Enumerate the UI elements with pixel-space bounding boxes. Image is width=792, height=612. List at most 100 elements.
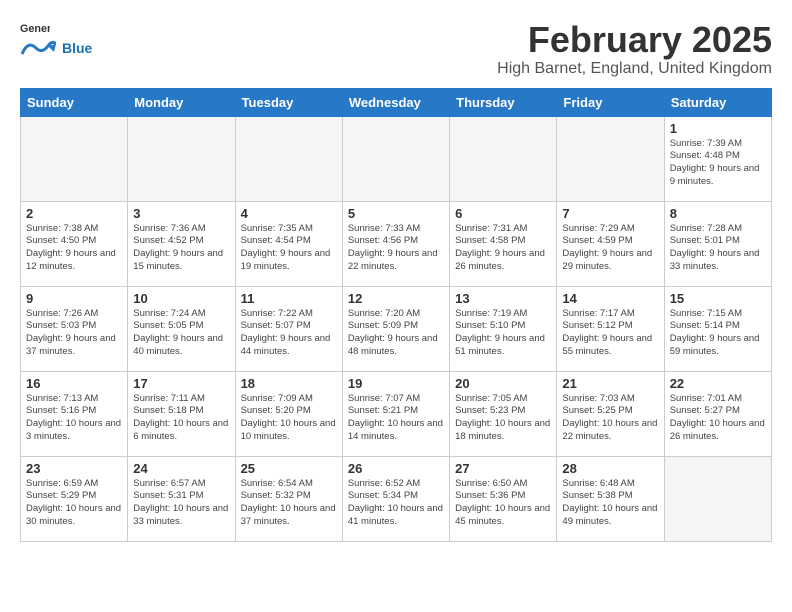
day-info: Sunrise: 7:28 AM Sunset: 5:01 PM Dayligh…	[670, 223, 766, 274]
day-info: Sunrise: 7:19 AM Sunset: 5:10 PM Dayligh…	[455, 308, 551, 359]
day-info: Sunrise: 7:26 AM Sunset: 5:03 PM Dayligh…	[26, 308, 122, 359]
day-info: Sunrise: 7:01 AM Sunset: 5:27 PM Dayligh…	[670, 393, 766, 444]
calendar-cell: 11Sunrise: 7:22 AM Sunset: 5:07 PM Dayli…	[235, 286, 342, 371]
calendar-cell	[557, 116, 664, 201]
day-number: 21	[562, 376, 658, 391]
day-info: Sunrise: 7:24 AM Sunset: 5:05 PM Dayligh…	[133, 308, 229, 359]
day-number: 23	[26, 461, 122, 476]
calendar-cell	[128, 116, 235, 201]
day-number: 4	[241, 206, 337, 221]
day-number: 10	[133, 291, 229, 306]
calendar-header-friday: Friday	[557, 88, 664, 116]
calendar-cell: 6 Sunrise: 7:31 AM Sunset: 4:58 PM Daylig…	[450, 201, 557, 286]
calendar-cell: 15Sunrise: 7:15 AM Sunset: 5:14 PM Dayli…	[664, 286, 771, 371]
calendar-cell: 21Sunrise: 7:03 AM Sunset: 5:25 PM Dayli…	[557, 371, 664, 456]
day-number: 2	[26, 206, 122, 221]
day-number: 8	[670, 206, 766, 221]
day-info: Sunrise: 7:36 AM Sunset: 4:52 PM Dayligh…	[133, 223, 229, 274]
calendar-cell: 24 Sunrise: 6:57 AM Sunset: 5:31 PM Dayli…	[128, 456, 235, 541]
calendar-cell: 28 Sunrise: 6:48 AM Sunset: 5:38 PM Dayli…	[557, 456, 664, 541]
day-number: 12	[348, 291, 444, 306]
day-info: Sunrise: 7:22 AM Sunset: 5:07 PM Dayligh…	[241, 308, 337, 359]
day-info: Sunrise: 6:54 AM Sunset: 5:32 PM Dayligh…	[241, 478, 337, 529]
calendar-cell: 19 Sunrise: 7:07 AM Sunset: 5:21 PM Dayli…	[342, 371, 449, 456]
calendar-cell: 25 Sunrise: 6:54 AM Sunset: 5:32 PM Dayli…	[235, 456, 342, 541]
header: General Blue February 2025 High Barnet, …	[20, 20, 772, 78]
calendar-table: SundayMondayTuesdayWednesdayThursdayFrid…	[20, 88, 772, 542]
day-info: Sunrise: 7:07 AM Sunset: 5:21 PM Dayligh…	[348, 393, 444, 444]
day-number: 20	[455, 376, 551, 391]
calendar-cell: 2Sunrise: 7:38 AM Sunset: 4:50 PM Daylig…	[21, 201, 128, 286]
day-info: Sunrise: 6:52 AM Sunset: 5:34 PM Dayligh…	[348, 478, 444, 529]
calendar-cell: 18 Sunrise: 7:09 AM Sunset: 5:20 PM Dayli…	[235, 371, 342, 456]
logo-blue-text: Blue	[60, 40, 92, 56]
location-text: High Barnet, England, United Kingdom	[497, 60, 772, 78]
day-info: Sunrise: 7:17 AM Sunset: 5:12 PM Dayligh…	[562, 308, 658, 359]
calendar-cell	[342, 116, 449, 201]
day-number: 5	[348, 206, 444, 221]
calendar-cell: 12 Sunrise: 7:20 AM Sunset: 5:09 PM Dayli…	[342, 286, 449, 371]
calendar-week-row: 1 Sunrise: 7:39 AM Sunset: 4:48 PM Daylig…	[21, 116, 772, 201]
calendar-week-row: 23Sunrise: 6:59 AM Sunset: 5:29 PM Dayli…	[21, 456, 772, 541]
day-number: 26	[348, 461, 444, 476]
day-info: Sunrise: 7:31 AM Sunset: 4:58 PM Dayligh…	[455, 223, 551, 274]
day-info: Sunrise: 6:57 AM Sunset: 5:31 PM Dayligh…	[133, 478, 229, 529]
day-number: 17	[133, 376, 229, 391]
day-number: 13	[455, 291, 551, 306]
calendar-cell: 9Sunrise: 7:26 AM Sunset: 5:03 PM Daylig…	[21, 286, 128, 371]
calendar-header-sunday: Sunday	[21, 88, 128, 116]
calendar-header-monday: Monday	[128, 88, 235, 116]
calendar-cell: 23Sunrise: 6:59 AM Sunset: 5:29 PM Dayli…	[21, 456, 128, 541]
day-number: 19	[348, 376, 444, 391]
day-info: Sunrise: 7:39 AM Sunset: 4:48 PM Dayligh…	[670, 138, 766, 189]
calendar-cell: 13 Sunrise: 7:19 AM Sunset: 5:10 PM Dayli…	[450, 286, 557, 371]
calendar-header-tuesday: Tuesday	[235, 88, 342, 116]
day-info: Sunrise: 7:20 AM Sunset: 5:09 PM Dayligh…	[348, 308, 444, 359]
logo: General Blue	[20, 20, 92, 60]
day-number: 27	[455, 461, 551, 476]
day-info: Sunrise: 6:50 AM Sunset: 5:36 PM Dayligh…	[455, 478, 551, 529]
calendar-header-wednesday: Wednesday	[342, 88, 449, 116]
page: General Blue February 2025 High Barnet, …	[0, 0, 792, 552]
day-number: 3	[133, 206, 229, 221]
calendar-cell: 17 Sunrise: 7:11 AM Sunset: 5:18 PM Dayli…	[128, 371, 235, 456]
calendar-cell: 1 Sunrise: 7:39 AM Sunset: 4:48 PM Daylig…	[664, 116, 771, 201]
day-number: 28	[562, 461, 658, 476]
calendar-cell: 27 Sunrise: 6:50 AM Sunset: 5:36 PM Dayli…	[450, 456, 557, 541]
calendar-cell	[21, 116, 128, 201]
calendar-cell: 14 Sunrise: 7:17 AM Sunset: 5:12 PM Dayli…	[557, 286, 664, 371]
day-info: Sunrise: 7:15 AM Sunset: 5:14 PM Dayligh…	[670, 308, 766, 359]
calendar-cell	[235, 116, 342, 201]
calendar-cell: 8 Sunrise: 7:28 AM Sunset: 5:01 PM Daylig…	[664, 201, 771, 286]
calendar-cell: 16Sunrise: 7:13 AM Sunset: 5:16 PM Dayli…	[21, 371, 128, 456]
calendar-cell: 10 Sunrise: 7:24 AM Sunset: 5:05 PM Dayli…	[128, 286, 235, 371]
day-info: Sunrise: 7:11 AM Sunset: 5:18 PM Dayligh…	[133, 393, 229, 444]
day-number: 14	[562, 291, 658, 306]
day-number: 22	[670, 376, 766, 391]
day-number: 24	[133, 461, 229, 476]
calendar-cell	[664, 456, 771, 541]
calendar-cell	[450, 116, 557, 201]
day-info: Sunrise: 7:33 AM Sunset: 4:56 PM Dayligh…	[348, 223, 444, 274]
day-number: 25	[241, 461, 337, 476]
day-number: 1	[670, 121, 766, 136]
calendar-cell: 20Sunrise: 7:05 AM Sunset: 5:23 PM Dayli…	[450, 371, 557, 456]
calendar-week-row: 2Sunrise: 7:38 AM Sunset: 4:50 PM Daylig…	[21, 201, 772, 286]
calendar-cell: 5 Sunrise: 7:33 AM Sunset: 4:56 PM Daylig…	[342, 201, 449, 286]
calendar-cell: 3 Sunrise: 7:36 AM Sunset: 4:52 PM Daylig…	[128, 201, 235, 286]
title-section: February 2025 High Barnet, England, Unit…	[497, 20, 772, 78]
day-number: 7	[562, 206, 658, 221]
day-number: 18	[241, 376, 337, 391]
calendar-week-row: 9Sunrise: 7:26 AM Sunset: 5:03 PM Daylig…	[21, 286, 772, 371]
calendar-cell: 4 Sunrise: 7:35 AM Sunset: 4:54 PM Daylig…	[235, 201, 342, 286]
day-info: Sunrise: 7:09 AM Sunset: 5:20 PM Dayligh…	[241, 393, 337, 444]
calendar-header-thursday: Thursday	[450, 88, 557, 116]
svg-text:General: General	[20, 23, 50, 35]
day-info: Sunrise: 6:48 AM Sunset: 5:38 PM Dayligh…	[562, 478, 658, 529]
general-blue-icon: General	[20, 20, 50, 38]
day-number: 6	[455, 206, 551, 221]
day-info: Sunrise: 7:35 AM Sunset: 4:54 PM Dayligh…	[241, 223, 337, 274]
day-info: Sunrise: 7:13 AM Sunset: 5:16 PM Dayligh…	[26, 393, 122, 444]
calendar-header-row: SundayMondayTuesdayWednesdayThursdayFrid…	[21, 88, 772, 116]
calendar-cell: 22 Sunrise: 7:01 AM Sunset: 5:27 PM Dayli…	[664, 371, 771, 456]
